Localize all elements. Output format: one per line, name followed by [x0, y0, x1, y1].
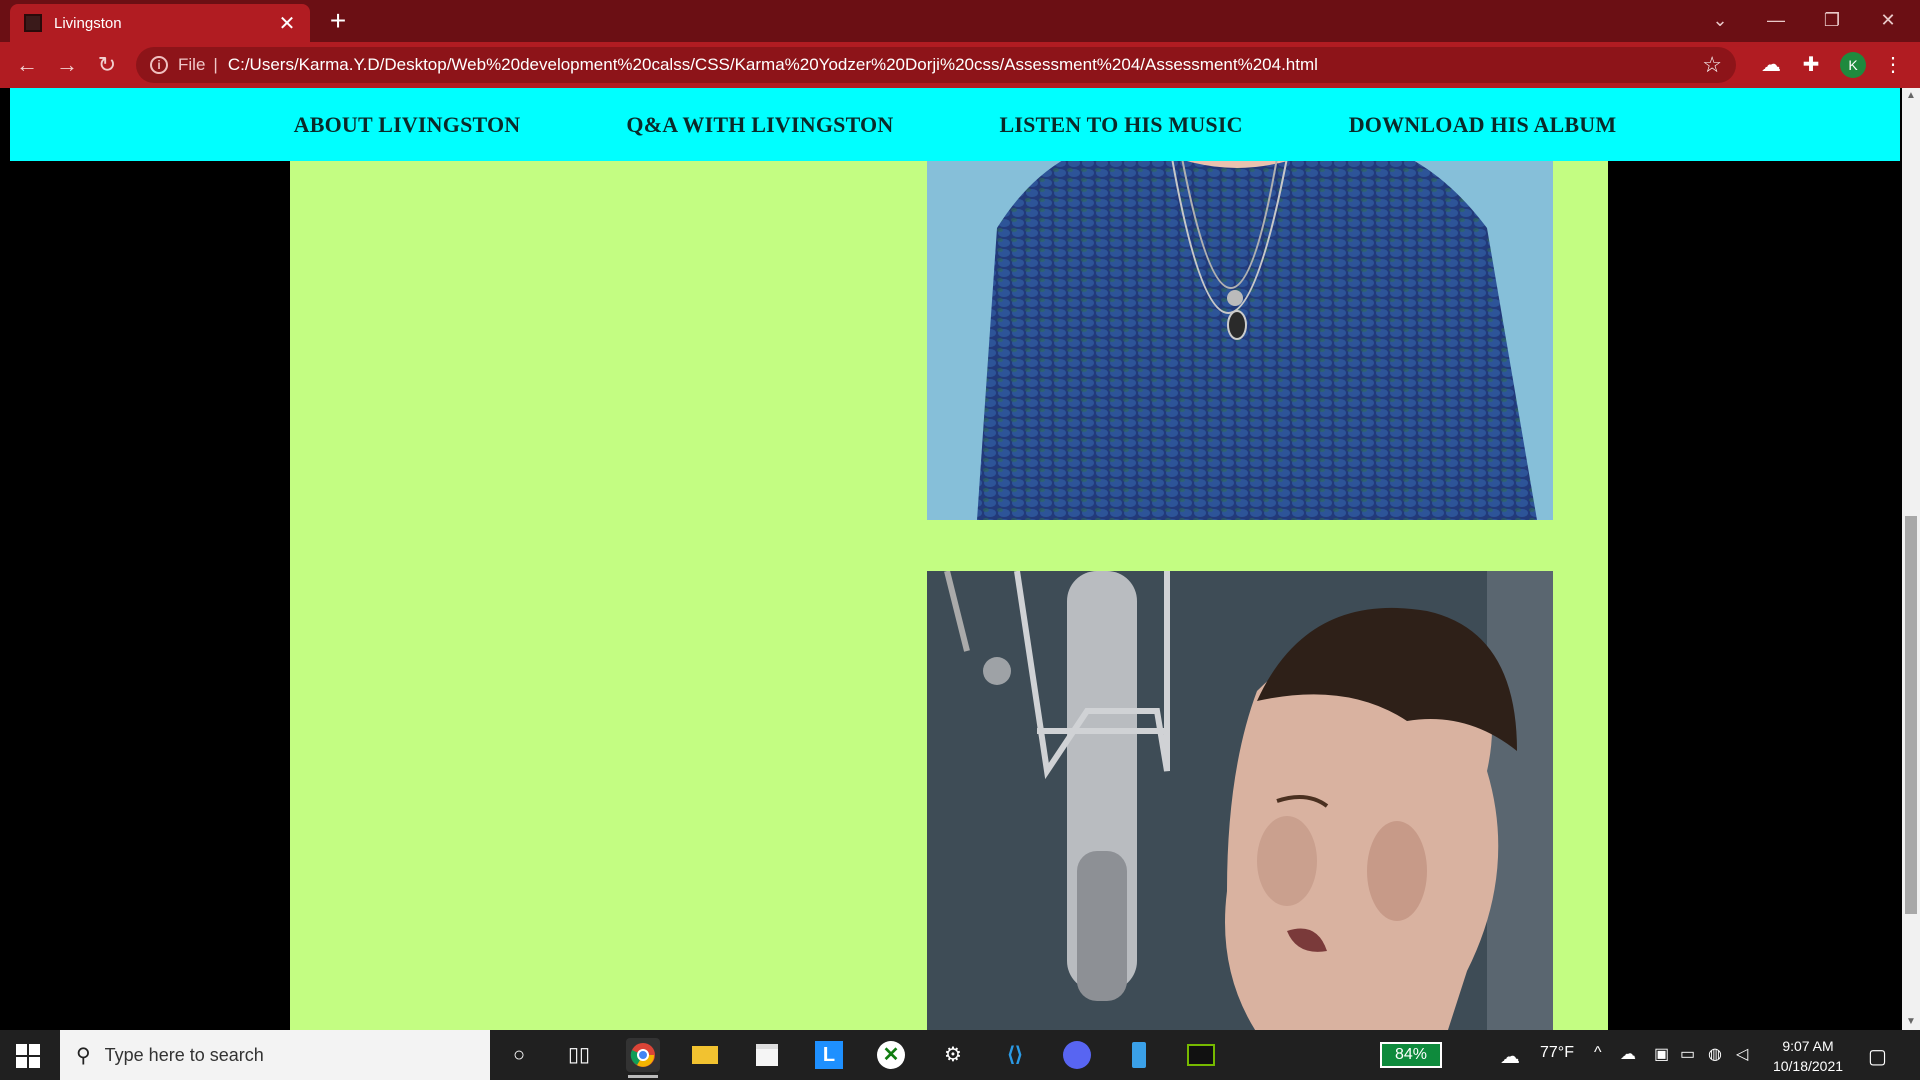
address-bar[interactable]: i File | C:/Users/Karma.Y.D/Desktop/Web%…: [136, 47, 1736, 83]
windows-start-icon[interactable]: [16, 1044, 40, 1068]
nav-qa-with-livingston[interactable]: Q&A WITH LIVINGSTON: [626, 112, 893, 138]
weather-cloud-icon[interactable]: ☁: [1500, 1044, 1520, 1069]
scroll-down-arrow-icon[interactable]: ▼: [1902, 1014, 1920, 1030]
photo-microphone-graphic: [927, 571, 1553, 1030]
browser-tab-bar: Livingston ✕ + ⌄ — ❐ ✕: [0, 0, 1920, 42]
browser-tab[interactable]: Livingston ✕: [10, 4, 310, 42]
volume-icon[interactable]: ◁: [1736, 1044, 1748, 1064]
avatar[interactable]: K: [1840, 52, 1866, 78]
photo-man-microphone: [927, 571, 1553, 1030]
browser-toolbar: ← → ↻ i File | C:/Users/Karma.Y.D/Deskto…: [0, 42, 1920, 88]
xbox-icon[interactable]: ✕: [874, 1038, 908, 1072]
desktop-screen: Livingston ✕ + ⌄ — ❐ ✕ ← → ↻ i File | C:…: [0, 0, 1920, 1080]
file-explorer-icon[interactable]: [688, 1038, 722, 1072]
notification-icon[interactable]: ▢: [1868, 1044, 1887, 1069]
store-icon[interactable]: [750, 1038, 784, 1072]
clock-time: 9:07 AM: [1782, 1038, 1834, 1054]
url-scheme: File: [178, 55, 206, 74]
chrome-icon[interactable]: [626, 1038, 660, 1078]
reload-icon[interactable]: ↻: [90, 48, 124, 82]
tab-search-icon[interactable]: ⌄: [1692, 0, 1748, 40]
content-column: [290, 88, 1608, 1030]
scrollbar-thumb[interactable]: [1905, 516, 1917, 914]
phone-icon[interactable]: [1122, 1038, 1156, 1072]
url-text[interactable]: C:/Users/Karma.Y.D/Desktop/Web%20develop…: [228, 55, 1318, 75]
taskbar-search-box[interactable]: ⚲ Type here to search: [60, 1030, 490, 1080]
site-navbar: ABOUT LIVINGSTON Q&A WITH LIVINGSTON LIS…: [10, 88, 1900, 161]
battery-tray-icon[interactable]: ▭: [1680, 1044, 1695, 1064]
steam-icon[interactable]: ⚙: [936, 1038, 970, 1072]
kebab-menu-icon[interactable]: ⋮: [1880, 52, 1906, 78]
task-view-icon[interactable]: ▯▯: [562, 1038, 596, 1072]
search-icon: ⚲: [76, 1044, 91, 1067]
url-separator: |: [213, 55, 218, 74]
back-arrow-icon[interactable]: ←: [10, 48, 44, 82]
new-tab-button[interactable]: +: [322, 6, 354, 38]
cortana-icon[interactable]: ○: [502, 1038, 536, 1072]
nav-download-his-album[interactable]: DOWNLOAD HIS ALBUM: [1349, 112, 1617, 138]
nav-listen-to-his-music[interactable]: LISTEN TO HIS MUSIC: [999, 112, 1242, 138]
meet-now-icon[interactable]: ▣: [1654, 1044, 1669, 1064]
star-icon[interactable]: ☆: [1702, 52, 1722, 78]
system-clock[interactable]: 9:07 AM 10/18/2021: [1768, 1036, 1848, 1076]
tab-title: Livingston: [54, 14, 122, 32]
scroll-up-arrow-icon[interactable]: ▲: [1902, 88, 1920, 104]
onedrive-icon[interactable]: ☁: [1620, 1044, 1636, 1064]
nav-about-livingston[interactable]: ABOUT LIVINGSTON: [294, 112, 521, 138]
l-app-icon[interactable]: L: [812, 1038, 846, 1072]
network-globe-icon[interactable]: ◍: [1708, 1044, 1722, 1064]
search-placeholder: Type here to search: [104, 1044, 264, 1065]
page-scrollbar[interactable]: ▲ ▼: [1902, 88, 1920, 1030]
nvidia-icon[interactable]: [1184, 1038, 1218, 1072]
forward-arrow-icon[interactable]: →: [50, 48, 84, 82]
minimize-button[interactable]: —: [1748, 0, 1804, 40]
close-window-button[interactable]: ✕: [1860, 0, 1916, 40]
puzzle-icon[interactable]: ✚: [1798, 52, 1824, 78]
tray-chevron-icon[interactable]: ^: [1594, 1044, 1602, 1062]
info-icon[interactable]: i: [150, 56, 168, 74]
windows-taskbar: ⚲ Type here to search ○ ▯▯ L ✕ ⚙ ⟨⟩ 84% …: [0, 1030, 1920, 1080]
page-viewport: ABOUT LIVINGSTON Q&A WITH LIVINGSTON LIS…: [0, 88, 1920, 1030]
weather-temp[interactable]: 77°F: [1540, 1044, 1574, 1062]
vscode-icon[interactable]: ⟨⟩: [998, 1038, 1032, 1072]
extension-cloud-icon[interactable]: ☁: [1758, 52, 1784, 78]
favicon-icon: [24, 14, 42, 32]
battery-indicator[interactable]: 84%: [1380, 1042, 1442, 1068]
clock-date: 10/18/2021: [1772, 1058, 1844, 1074]
restore-button[interactable]: ❐: [1804, 0, 1860, 40]
discord-icon[interactable]: [1060, 1038, 1094, 1072]
tab-close-button[interactable]: ✕: [276, 11, 298, 36]
